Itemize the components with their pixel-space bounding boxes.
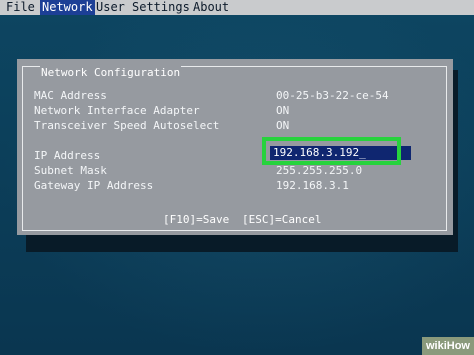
wikihow-watermark: wikiHow bbox=[421, 337, 474, 355]
menu-settings[interactable]: Settings bbox=[130, 0, 192, 15]
network-interface-adapter-value[interactable]: ON bbox=[276, 104, 289, 117]
transceiver-speed-label: Transceiver Speed Autoselect bbox=[34, 119, 220, 132]
subnet-mask-label: Subnet Mask bbox=[34, 164, 107, 177]
gateway-ip-label: Gateway IP Address bbox=[34, 179, 154, 192]
transceiver-speed-value[interactable]: ON bbox=[276, 119, 289, 132]
menu-file[interactable]: File bbox=[4, 0, 37, 15]
menu-network[interactable]: Network bbox=[40, 0, 95, 15]
menu-bar: File Network User Settings About bbox=[0, 0, 474, 15]
menu-about[interactable]: About bbox=[191, 0, 231, 15]
ip-address-highlight-box bbox=[262, 137, 401, 165]
mac-address-label: MAC Address bbox=[34, 89, 107, 102]
menu-user[interactable]: User bbox=[94, 0, 127, 15]
dialog-title: Network Configuration bbox=[40, 66, 182, 80]
subnet-mask-value[interactable]: 255.255.255.0 bbox=[276, 164, 362, 177]
ip-address-label: IP Address bbox=[34, 149, 101, 162]
gateway-ip-value[interactable]: 192.168.3.1 bbox=[276, 179, 349, 192]
mac-address-value: 00-25-b3-22-ce-54 bbox=[276, 89, 389, 102]
save-hint: [F10]=Save bbox=[163, 213, 230, 226]
cancel-hint: [ESC]=Cancel bbox=[242, 213, 322, 226]
network-interface-adapter-label: Network Interface Adapter bbox=[34, 104, 200, 117]
